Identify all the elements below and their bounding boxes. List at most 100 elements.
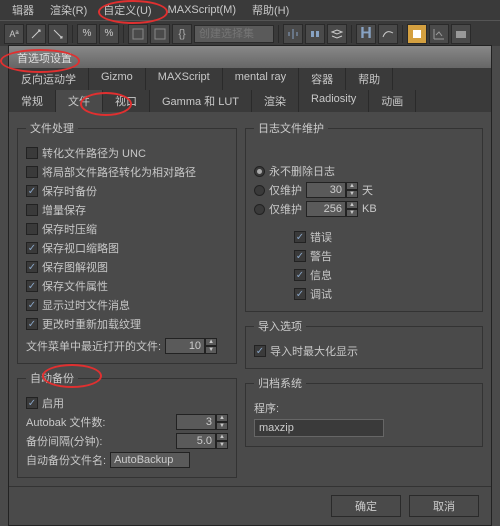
- lbl-interval: 备份间隔(分钟):: [26, 433, 172, 449]
- chk-info[interactable]: [294, 269, 306, 281]
- recent-up[interactable]: ▲: [205, 338, 217, 346]
- toolbar-button-1[interactable]: [26, 24, 46, 44]
- num-up[interactable]: ▲: [216, 414, 228, 422]
- chk-props[interactable]: [26, 280, 38, 292]
- tab-container[interactable]: 容器: [299, 68, 346, 90]
- selection-set-input[interactable]: [194, 25, 274, 43]
- kb-up[interactable]: ▲: [346, 201, 358, 209]
- chk-reload[interactable]: [26, 318, 38, 330]
- lbl-kb: 仅维护: [269, 201, 302, 217]
- num-input[interactable]: [176, 414, 216, 430]
- autobackup-legend: 自动备份: [26, 370, 78, 386]
- kb-dn[interactable]: ▼: [346, 209, 358, 217]
- menu-maxscript[interactable]: MAXScript(M): [160, 2, 244, 18]
- lbl-unc: 转化文件路径为 UNC: [42, 145, 146, 161]
- info-button[interactable]: [451, 24, 471, 44]
- chk-unc[interactable]: [26, 147, 38, 159]
- tab-mentalray[interactable]: mental ray: [223, 68, 299, 90]
- tab-general[interactable]: 常规: [9, 90, 56, 112]
- lbl-num: Autobak 文件数:: [26, 414, 172, 430]
- toolbar-button-2[interactable]: [48, 24, 68, 44]
- lbl-schematic: 保存图解视图: [42, 259, 108, 275]
- tab-gamma[interactable]: Gamma 和 LUT: [150, 90, 252, 112]
- schematic-button[interactable]: [407, 24, 427, 44]
- recent-input[interactable]: [165, 338, 205, 354]
- days-dn[interactable]: ▼: [346, 190, 358, 198]
- h-button[interactable]: H: [356, 24, 376, 44]
- log-legend: 日志文件维护: [254, 120, 328, 136]
- autobackup-group: 自动备份 启用 Autobak 文件数: ▲▼ 备份间隔(分钟): ▲▼ 自动备…: [17, 370, 237, 478]
- chk-increment[interactable]: [26, 204, 38, 216]
- int-down[interactable]: ▼: [216, 441, 228, 449]
- rad-days[interactable]: [254, 185, 265, 196]
- num-down[interactable]: ▼: [216, 422, 228, 430]
- tab-gizmo[interactable]: Gizmo: [89, 68, 146, 90]
- lbl-info: 信息: [310, 267, 332, 283]
- tab-radiosity[interactable]: Radiosity: [299, 90, 369, 112]
- percent-button-1[interactable]: %: [77, 24, 97, 44]
- lbl-kb-unit: KB: [362, 203, 377, 215]
- menu-help[interactable]: 帮助(H): [244, 0, 297, 20]
- chk-compress[interactable]: [26, 223, 38, 235]
- chk-enable-autobackup[interactable]: [26, 397, 38, 409]
- cancel-button[interactable]: 取消: [409, 495, 479, 517]
- chk-rel[interactable]: [26, 166, 38, 178]
- menu-customize[interactable]: 自定义(U): [95, 0, 159, 20]
- lbl-warn: 警告: [310, 248, 332, 264]
- lbl-increment: 增量保存: [42, 202, 86, 218]
- prog-input[interactable]: [254, 419, 384, 437]
- toolbar-button-aa[interactable]: Aª: [4, 24, 24, 44]
- snap-toggle-2[interactable]: [150, 24, 170, 44]
- ok-button[interactable]: 确定: [331, 495, 401, 517]
- lbl-backup: 保存时备份: [42, 183, 97, 199]
- file-handling-legend: 文件处理: [26, 120, 78, 136]
- chk-schematic[interactable]: [26, 261, 38, 273]
- lbl-days: 仅维护: [269, 182, 302, 198]
- rad-kb[interactable]: [254, 204, 265, 215]
- import-legend: 导入选项: [254, 318, 306, 334]
- mirror-button[interactable]: [283, 24, 303, 44]
- chk-backup[interactable]: [26, 185, 38, 197]
- lbl-rel: 将局部文件路径转化为相对路径: [42, 164, 196, 180]
- kb-input[interactable]: [306, 201, 346, 217]
- tab-help[interactable]: 帮助: [346, 68, 393, 90]
- interval-input[interactable]: [176, 433, 216, 449]
- lbl-abname: 自动备份文件名:: [26, 452, 106, 468]
- constraint-button[interactable]: {}: [172, 24, 192, 44]
- chk-zoom[interactable]: [254, 345, 266, 357]
- abname-input[interactable]: [110, 452, 190, 468]
- preferences-dialog: 首选项设置 反向运动学 Gizmo MAXScript mental ray 容…: [8, 45, 492, 526]
- chk-thumb[interactable]: [26, 242, 38, 254]
- tab-render[interactable]: 渲染: [252, 90, 299, 112]
- percent-button-2[interactable]: %: [99, 24, 119, 44]
- menu-editor[interactable]: 辑器: [4, 0, 42, 20]
- int-up[interactable]: ▲: [216, 433, 228, 441]
- lbl-debug: 调试: [310, 286, 332, 302]
- tab-maxscript[interactable]: MAXScript: [146, 68, 223, 90]
- days-up[interactable]: ▲: [346, 182, 358, 190]
- days-input[interactable]: [306, 182, 346, 198]
- graph-button[interactable]: [429, 24, 449, 44]
- chk-warn[interactable]: [294, 250, 306, 262]
- tab-viewport[interactable]: 视口: [103, 90, 150, 112]
- curve-editor-button[interactable]: [378, 24, 398, 44]
- lbl-prog: 程序:: [254, 400, 279, 416]
- tab-anim[interactable]: 动画: [369, 90, 416, 112]
- main-toolbar: Aª % % {} H: [0, 20, 500, 46]
- rad-never[interactable]: [254, 166, 265, 177]
- chk-obsolete[interactable]: [26, 299, 38, 311]
- main-menu-bar: 辑器 渲染(R) 自定义(U) MAXScript(M) 帮助(H): [0, 0, 500, 20]
- archive-group: 归档系统 程序:: [245, 375, 483, 447]
- layers-button[interactable]: [327, 24, 347, 44]
- snap-toggle-1[interactable]: [128, 24, 148, 44]
- menu-render[interactable]: 渲染(R): [42, 0, 95, 20]
- chk-err[interactable]: [294, 231, 306, 243]
- tabs-row-1: 反向运动学 Gizmo MAXScript mental ray 容器 帮助: [9, 68, 491, 90]
- align-button[interactable]: [305, 24, 325, 44]
- lbl-thumb: 保存视口缩略图: [42, 240, 119, 256]
- tab-ik[interactable]: 反向运动学: [9, 68, 89, 90]
- recent-down[interactable]: ▼: [205, 346, 217, 354]
- log-group: 日志文件维护 永不删除日志 仅维护 ▲▼ 天 仅维护 ▲▼ KB 错误 警告 信…: [245, 120, 483, 312]
- chk-debug[interactable]: [294, 288, 306, 300]
- tab-files[interactable]: 文件: [56, 90, 103, 112]
